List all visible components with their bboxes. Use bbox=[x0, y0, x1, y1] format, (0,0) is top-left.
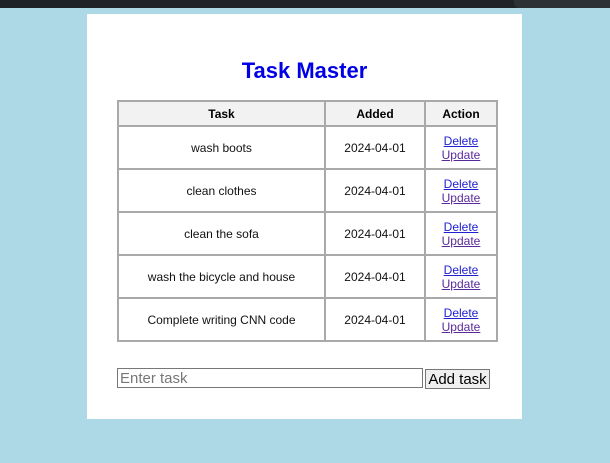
task-name: wash the bicycle and house bbox=[117, 254, 326, 299]
header-added: Added bbox=[324, 100, 426, 127]
delete-link[interactable]: Delete bbox=[426, 263, 496, 277]
task-name: wash boots bbox=[117, 125, 326, 170]
task-added-date: 2024-04-01 bbox=[324, 211, 426, 256]
task-actions: Delete Update bbox=[424, 168, 498, 213]
table-row: wash boots 2024-04-01 Delete Update bbox=[117, 125, 498, 170]
task-actions: Delete Update bbox=[424, 125, 498, 170]
delete-link[interactable]: Delete bbox=[426, 306, 496, 320]
task-card: Task Master Task Added Action wash boots… bbox=[87, 14, 522, 419]
task-actions: Delete Update bbox=[424, 254, 498, 299]
task-actions: Delete Update bbox=[424, 297, 498, 342]
table-row: wash the bicycle and house 2024-04-01 De… bbox=[117, 254, 498, 299]
table-row: clean clothes 2024-04-01 Delete Update bbox=[117, 168, 498, 213]
task-added-date: 2024-04-01 bbox=[324, 254, 426, 299]
update-link[interactable]: Update bbox=[426, 320, 496, 334]
update-link[interactable]: Update bbox=[426, 191, 496, 205]
task-input[interactable] bbox=[117, 368, 423, 388]
update-link[interactable]: Update bbox=[426, 148, 496, 162]
task-name: clean the sofa bbox=[117, 211, 326, 256]
header-action: Action bbox=[424, 100, 498, 127]
task-name: clean clothes bbox=[117, 168, 326, 213]
task-table: Task Added Action wash boots 2024-04-01 … bbox=[117, 100, 498, 342]
header-task: Task bbox=[117, 100, 326, 127]
task-added-date: 2024-04-01 bbox=[324, 125, 426, 170]
task-name: Complete writing CNN code bbox=[117, 297, 326, 342]
table-header-row: Task Added Action bbox=[117, 100, 498, 127]
page-title: Task Master bbox=[241, 58, 368, 83]
window-top-bar-accent bbox=[514, 0, 610, 8]
task-added-date: 2024-04-01 bbox=[324, 297, 426, 342]
delete-link[interactable]: Delete bbox=[426, 220, 496, 234]
table-row: clean the sofa 2024-04-01 Delete Update bbox=[117, 211, 498, 256]
table-row: Complete writing CNN code 2024-04-01 Del… bbox=[117, 297, 498, 342]
add-task-button[interactable]: Add task bbox=[425, 369, 490, 389]
task-actions: Delete Update bbox=[424, 211, 498, 256]
task-added-date: 2024-04-01 bbox=[324, 168, 426, 213]
update-link[interactable]: Update bbox=[426, 277, 496, 291]
update-link[interactable]: Update bbox=[426, 234, 496, 248]
delete-link[interactable]: Delete bbox=[426, 177, 496, 191]
delete-link[interactable]: Delete bbox=[426, 134, 496, 148]
